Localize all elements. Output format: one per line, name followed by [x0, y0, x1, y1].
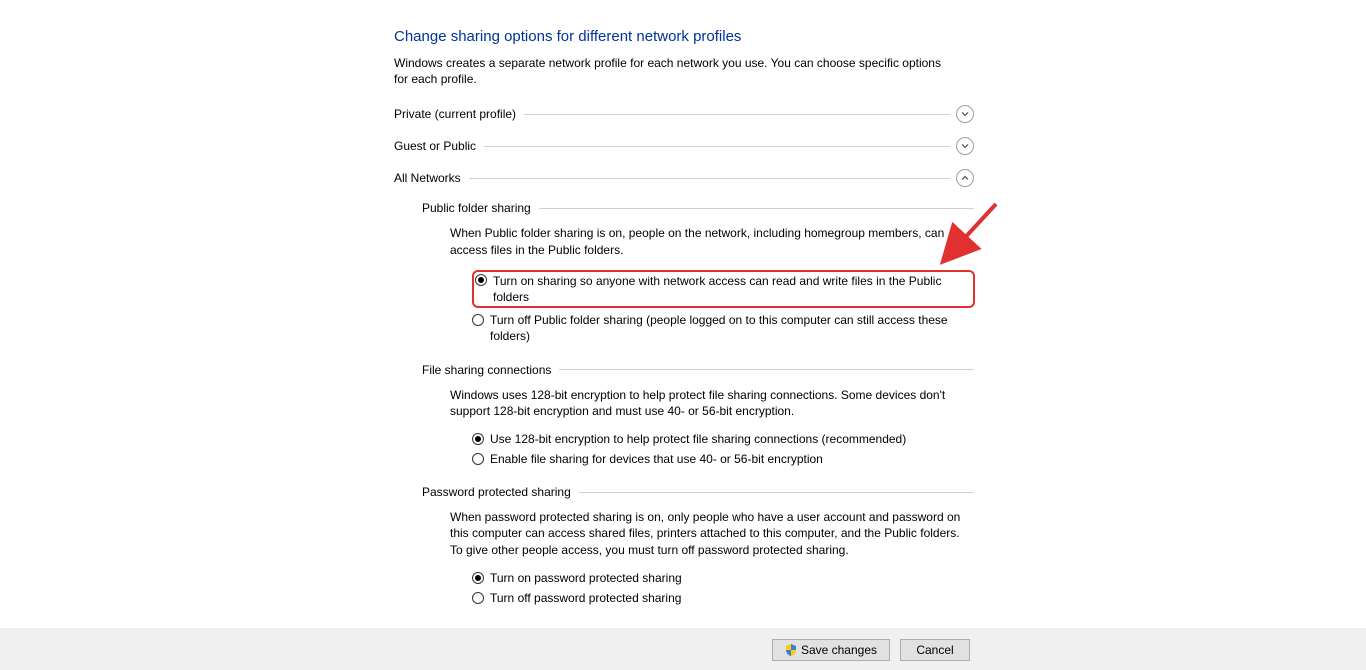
shield-icon	[785, 644, 797, 656]
divider	[524, 114, 950, 115]
cancel-button[interactable]: Cancel	[900, 639, 970, 661]
chevron-down-icon[interactable]	[956, 137, 974, 155]
section-title: Public folder sharing	[422, 201, 539, 215]
radio-label: Turn off password protected sharing	[490, 590, 970, 606]
radio-label: Enable file sharing for devices that use…	[490, 451, 970, 467]
radio-40-56bit-encryption[interactable]: Enable file sharing for devices that use…	[472, 451, 975, 467]
radio-label: Turn on password protected sharing	[490, 570, 970, 586]
radio-128bit-encryption[interactable]: Use 128-bit encryption to help protect f…	[472, 431, 975, 447]
radio-public-sharing-on[interactable]: Turn on sharing so anyone with network a…	[475, 273, 970, 305]
radio-label: Turn on sharing so anyone with network a…	[493, 273, 970, 305]
radio-icon	[472, 433, 484, 445]
profile-private[interactable]: Private (current profile)	[394, 105, 974, 123]
divider	[469, 178, 950, 179]
profile-guest[interactable]: Guest or Public	[394, 137, 974, 155]
radio-icon	[472, 592, 484, 604]
radio-icon	[472, 572, 484, 584]
chevron-up-icon[interactable]	[956, 169, 974, 187]
section-password-protected-sharing: Password protected sharing When password…	[422, 485, 975, 606]
chevron-down-icon[interactable]	[956, 105, 974, 123]
cancel-button-label: Cancel	[916, 643, 953, 657]
page-subtitle: Windows creates a separate network profi…	[394, 55, 954, 87]
section-desc: When Public folder sharing is on, people…	[450, 225, 960, 257]
divider	[484, 146, 950, 147]
section-title: File sharing connections	[422, 363, 559, 377]
radio-icon	[475, 274, 487, 286]
section-desc: Windows uses 128-bit encryption to help …	[450, 387, 960, 419]
radio-label: Use 128-bit encryption to help protect f…	[490, 431, 970, 447]
radio-public-sharing-off[interactable]: Turn off Public folder sharing (people l…	[472, 312, 975, 344]
divider	[539, 208, 974, 209]
radio-label: Turn off Public folder sharing (people l…	[490, 312, 970, 344]
save-button-label: Save changes	[801, 643, 877, 657]
main-content: Change sharing options for different net…	[0, 0, 975, 606]
radio-password-sharing-off[interactable]: Turn off password protected sharing	[472, 590, 975, 606]
profile-all-networks[interactable]: All Networks	[394, 169, 974, 187]
footer-bar: Save changes Cancel	[0, 628, 1366, 670]
profile-guest-label: Guest or Public	[394, 139, 484, 153]
profile-all-label: All Networks	[394, 171, 469, 185]
divider	[579, 492, 974, 493]
section-desc: When password protected sharing is on, o…	[450, 509, 975, 558]
radio-password-sharing-on[interactable]: Turn on password protected sharing	[472, 570, 975, 586]
radio-icon	[472, 453, 484, 465]
save-changes-button[interactable]: Save changes	[772, 639, 890, 661]
section-title: Password protected sharing	[422, 485, 579, 499]
divider	[559, 369, 974, 370]
radio-icon	[472, 314, 484, 326]
section-public-folder-sharing: Public folder sharing When Public folder…	[422, 201, 975, 344]
page-title: Change sharing options for different net…	[394, 28, 975, 45]
highlighted-option: Turn on sharing so anyone with network a…	[472, 270, 975, 308]
section-file-sharing-connections: File sharing connections Windows uses 12…	[422, 363, 975, 468]
profile-private-label: Private (current profile)	[394, 107, 524, 121]
